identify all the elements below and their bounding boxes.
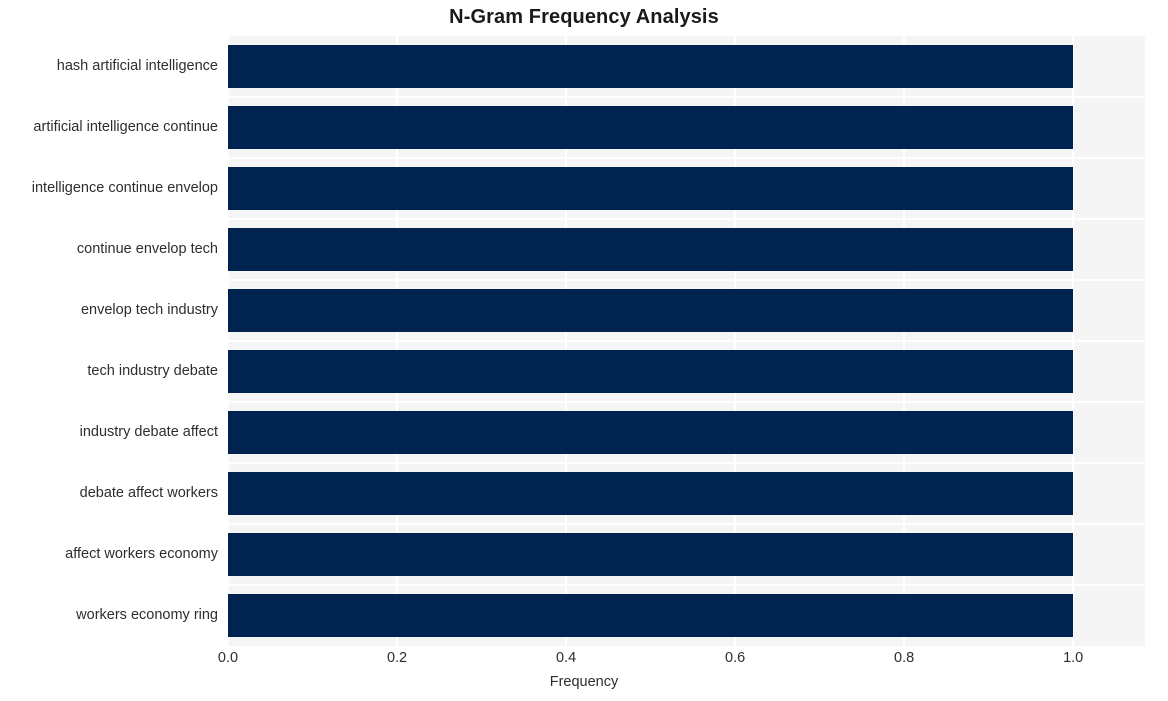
horizontal-gridline [228, 279, 1145, 281]
horizontal-gridline [228, 157, 1145, 159]
y-axis-tick-label: tech industry debate [87, 362, 218, 379]
x-axis-tick-label: 0.6 [725, 650, 746, 666]
x-axis-tick-label: 0.2 [386, 650, 408, 666]
y-axis-tick-label: artificial intelligence continue [33, 118, 218, 135]
bar [228, 228, 1074, 271]
horizontal-gridline [228, 523, 1145, 525]
y-axis-tick-label: continue envelop tech [76, 240, 218, 257]
horizontal-gridline [228, 462, 1145, 464]
x-axis-tick-label: 0.4 [555, 650, 577, 666]
horizontal-gridline [228, 218, 1145, 220]
horizontal-gridline [228, 96, 1145, 98]
plot-area [228, 36, 1145, 646]
y-axis-tick-labels: hash artificial intelligence artificial i… [0, 36, 218, 646]
bar [228, 350, 1074, 393]
bar [228, 594, 1074, 637]
y-axis-tick-label: industry debate affect [79, 423, 218, 440]
x-axis-tick-label: 0.0 [217, 650, 239, 666]
bar [228, 289, 1074, 332]
y-axis-tick-label: intelligence continue envelop [31, 179, 218, 196]
bar [228, 472, 1074, 515]
y-axis-tick-label: debate affect workers [79, 484, 218, 501]
y-axis-tick-label: workers economy ring [76, 606, 218, 623]
chart-title: N-Gram Frequency Analysis [449, 6, 719, 28]
y-axis-tick-label: hash artificial intelligence [56, 57, 218, 74]
x-axis-tick-label: 0.8 [894, 650, 915, 666]
horizontal-gridline [228, 401, 1145, 403]
bar [228, 167, 1074, 210]
x-axis-title: Frequency [549, 674, 619, 690]
y-axis-tick-label: affect workers economy [65, 545, 218, 562]
bar [228, 106, 1074, 149]
bar [228, 533, 1074, 576]
x-axis-tick-label: 1.0 [1063, 650, 1084, 666]
horizontal-gridline [228, 340, 1145, 342]
horizontal-gridline [228, 584, 1145, 586]
y-axis-tick-label: envelop tech industry [80, 301, 218, 318]
chart-figure: N-Gram Frequency Analysis hash artificia… [0, 0, 1168, 701]
bar [228, 411, 1074, 454]
x-axis-tick-labels: 0.0 0.2 0.4 0.6 0.8 1.0 [218, 650, 1145, 672]
bar [228, 45, 1074, 88]
